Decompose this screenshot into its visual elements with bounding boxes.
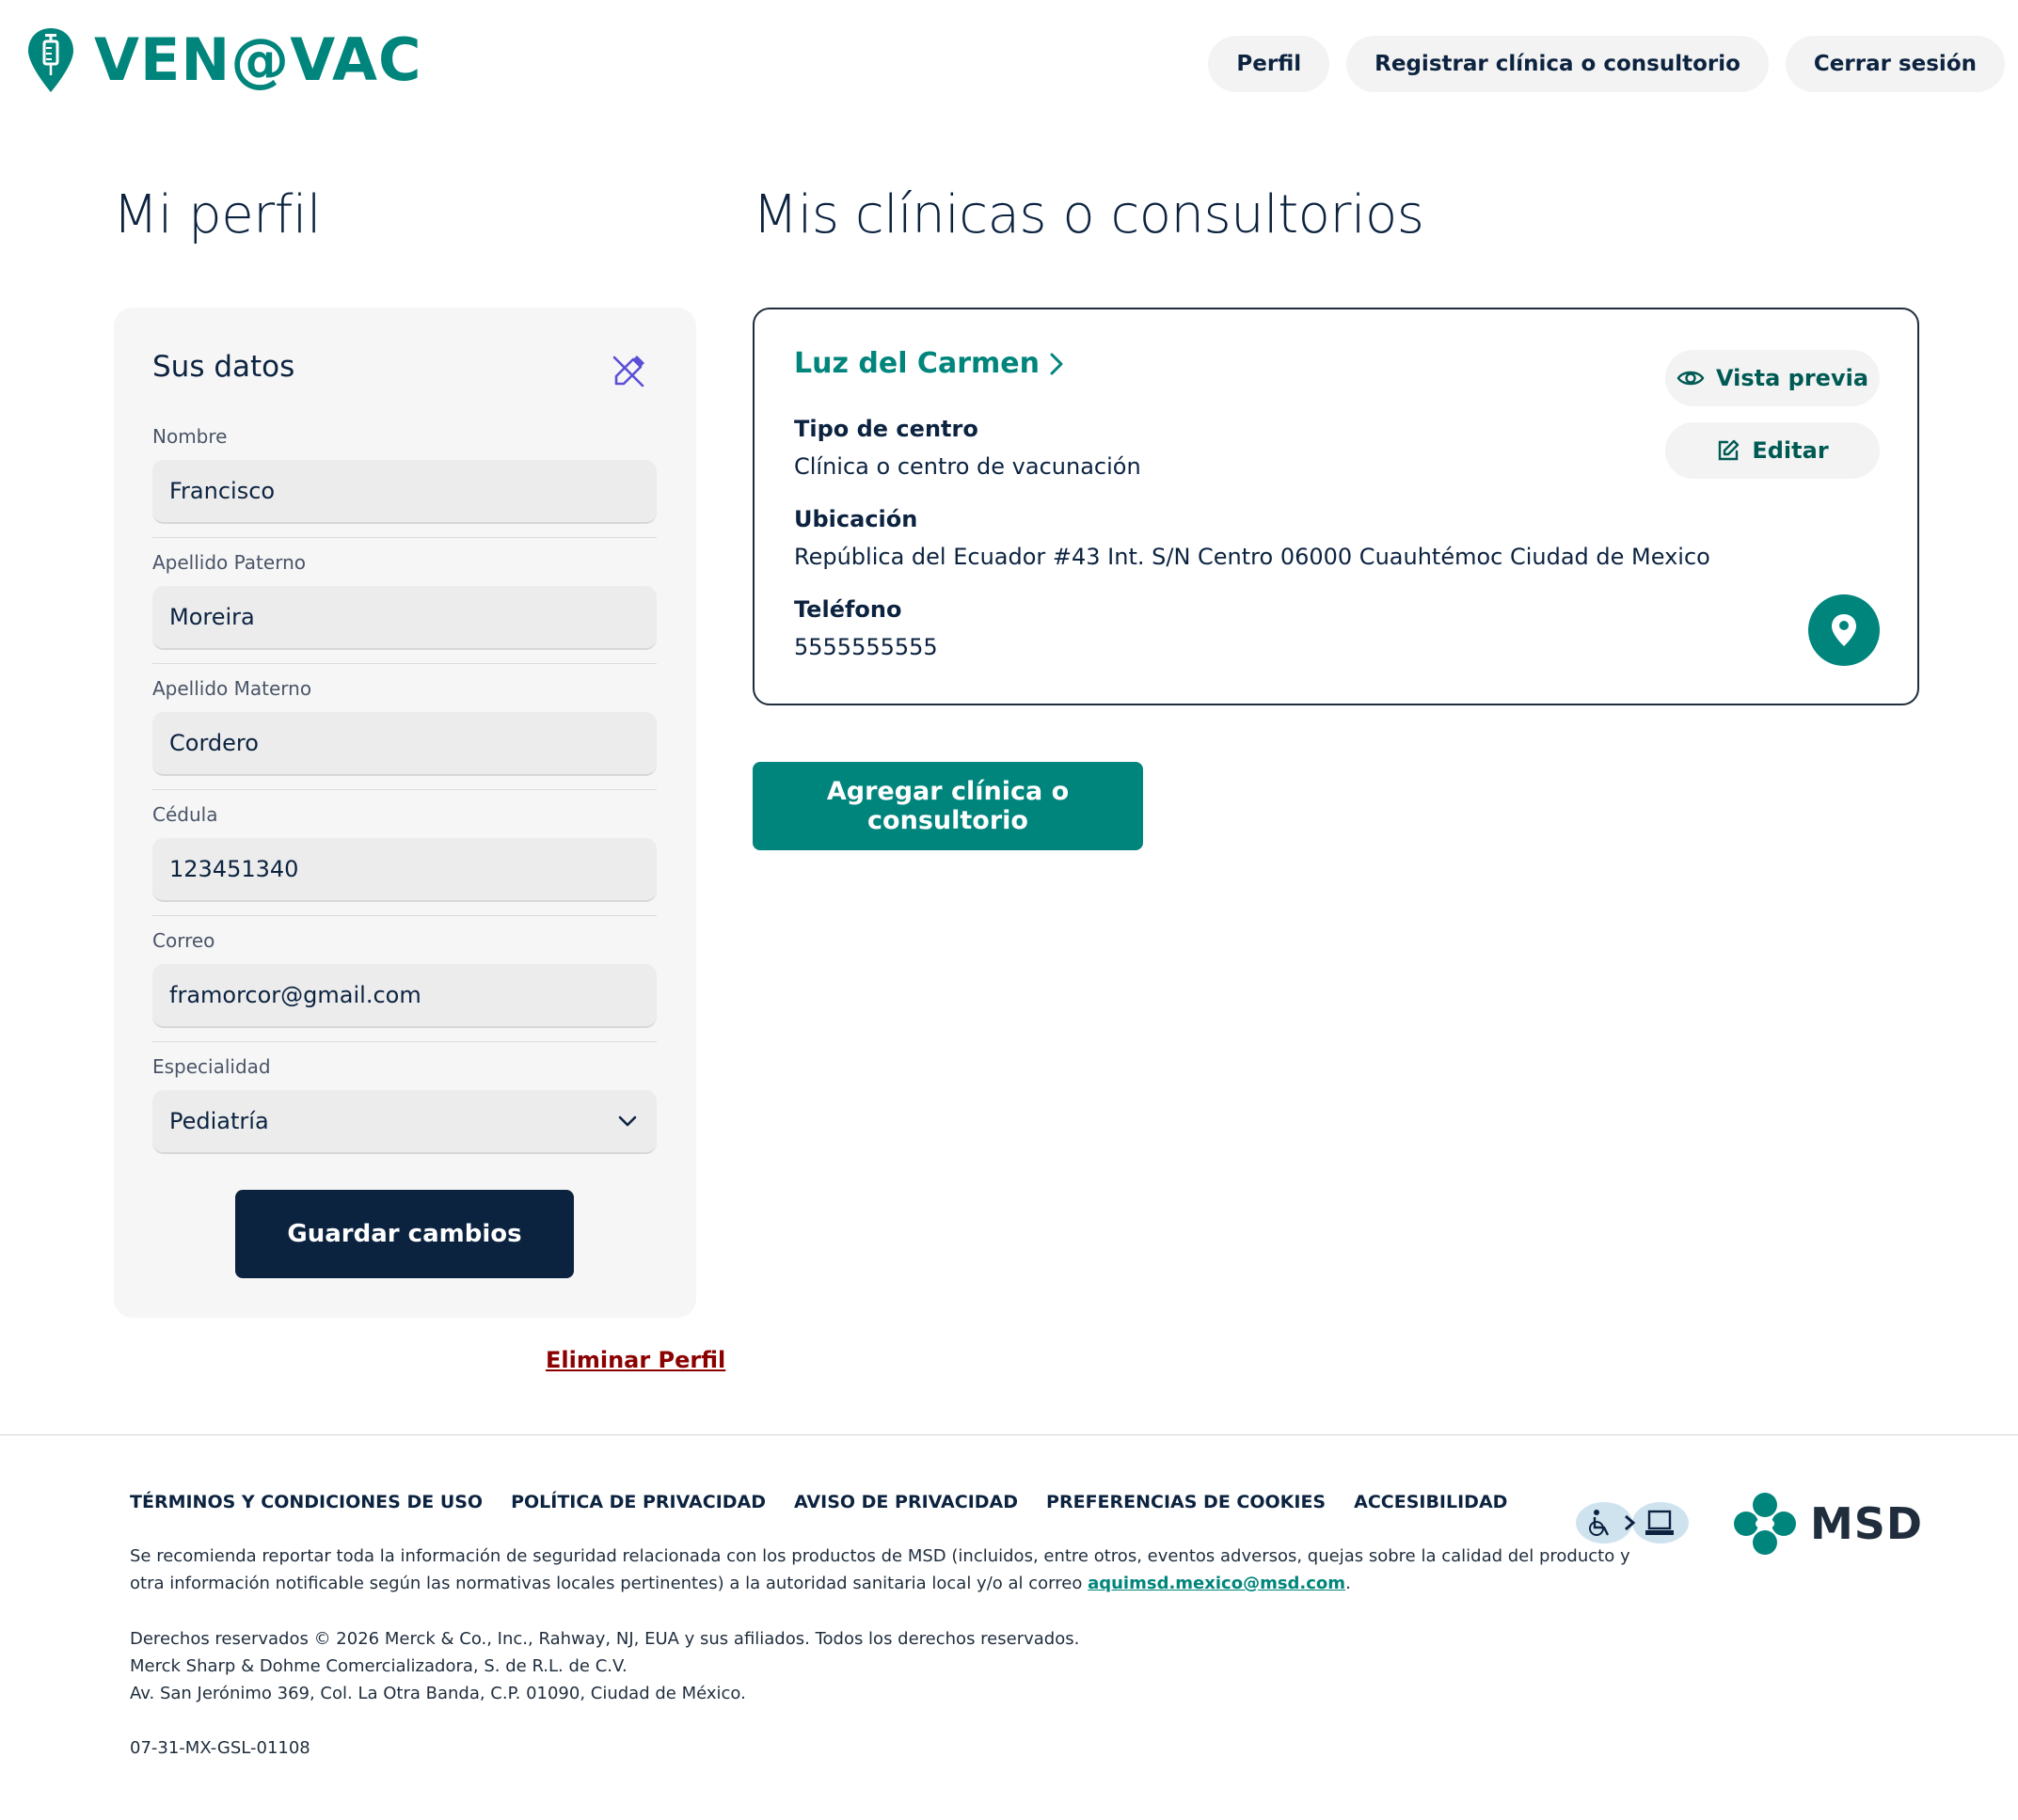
paternal-surname-field: Apellido Paterno Moreira — [152, 550, 657, 664]
name-field: Nombre Francisco — [152, 424, 657, 538]
footer-link-cookies[interactable]: PREFERENCIAS DE COOKIES — [1046, 1492, 1326, 1512]
save-button[interactable]: Guardar cambios — [235, 1190, 574, 1278]
add-clinic-button[interactable]: Agregar clínica o consultorio — [753, 762, 1143, 850]
preview-label: Vista previa — [1715, 365, 1869, 391]
edit-label: Editar — [1752, 437, 1829, 464]
edit-clinic-button[interactable]: Editar — [1665, 422, 1880, 479]
license-input[interactable]: 123451340 — [152, 838, 657, 902]
msd-logo-text: MSD — [1810, 1498, 1924, 1549]
safety-notice: Se recomienda reportar toda la informaci… — [130, 1543, 1630, 1597]
name-label: Nombre — [152, 425, 228, 448]
top-nav: Perfil Registrar clínica o consultorio C… — [1208, 36, 2005, 92]
nav-register-clinic-button[interactable]: Registrar clínica o consultorio — [1346, 36, 1769, 92]
specialty-select[interactable]: Pediatría — [152, 1090, 657, 1154]
accessibility-badge[interactable] — [1574, 1499, 1691, 1546]
vaccine-pin-icon — [28, 28, 73, 92]
divider — [152, 1041, 657, 1042]
email-field: Correo framorcor@gmail.com — [152, 928, 657, 1042]
footer-link-privacy-notice[interactable]: AVISO DE PRIVACIDAD — [794, 1492, 1018, 1512]
divider — [152, 915, 657, 916]
location-value: República del Ecuador #43 Int. S/N Centr… — [794, 544, 1710, 570]
safety-text-line-2-text: otra información notificable según las n… — [130, 1574, 1088, 1593]
clinic-name: Luz del Carmen — [794, 347, 1040, 380]
footer-link-terms[interactable]: TÉRMINOS Y CONDICIONES DE USO — [130, 1492, 483, 1512]
email-input[interactable]: framorcor@gmail.com — [152, 964, 657, 1028]
specialty-label: Especialidad — [152, 1055, 271, 1078]
edit-icon — [1719, 439, 1740, 461]
map-pin-icon — [1832, 614, 1856, 646]
specialty-value: Pediatría — [169, 1108, 269, 1134]
center-type-value: Clínica o centro de vacunación — [794, 453, 1141, 480]
msd-mark-icon — [1734, 1493, 1796, 1555]
safety-email-link[interactable]: aquimsd.mexico@msd.com — [1088, 1574, 1345, 1593]
location-label: Ubicación — [794, 506, 918, 532]
center-type-label: Tipo de centro — [794, 416, 978, 442]
msd-logo: MSD — [1733, 1492, 1923, 1556]
maternal-surname-field: Apellido Materno Cordero — [152, 676, 657, 790]
nav-logout-button[interactable]: Cerrar sesión — [1785, 36, 2005, 92]
specialty-field: Especialidad Pediatría — [152, 1054, 657, 1154]
copyright-line-1: Derechos reservados © 2026 Merck & Co., … — [130, 1629, 1080, 1649]
paternal-surname-input[interactable]: Moreira — [152, 586, 657, 650]
clinic-name-link[interactable]: Luz del Carmen — [794, 347, 1064, 380]
accessibility-badge-icon — [1576, 1502, 1689, 1543]
eye-icon — [1676, 371, 1705, 386]
footer-divider — [0, 1434, 2018, 1435]
paternal-surname-label: Apellido Paterno — [152, 551, 306, 574]
chevron-down-icon — [618, 1116, 637, 1127]
maternal-surname-label: Apellido Materno — [152, 677, 312, 700]
profile-card-title: Sus datos — [152, 350, 295, 384]
safety-text-line-2: otra información notificable según las n… — [130, 1570, 1630, 1597]
divider — [152, 537, 657, 538]
profile-page-title: Mi perfil — [113, 184, 322, 245]
profile-card: Sus datos Nombre Francisco Apellido Pate… — [114, 308, 696, 1318]
footer-link-accessibility[interactable]: ACCESIBILIDAD — [1354, 1492, 1507, 1512]
document-code: 07-31-MX-GSL-01108 — [130, 1738, 310, 1758]
logo-text: VEN@VAC — [94, 25, 422, 94]
footer-links: TÉRMINOS Y CONDICIONES DE USO POLÍTICA D… — [130, 1492, 1507, 1512]
nav-profile-button[interactable]: Perfil — [1208, 36, 1330, 92]
divider — [152, 789, 657, 790]
name-input[interactable]: Francisco — [152, 460, 657, 524]
edit-toggle-button[interactable] — [610, 353, 647, 390]
license-field: Cédula 123451340 — [152, 802, 657, 916]
footer-link-privacy-policy[interactable]: POLÍTICA DE PRIVACIDAD — [511, 1492, 766, 1512]
clinics-page-title: Mis clínicas o consultorios — [753, 184, 1424, 245]
pencil-off-icon — [612, 356, 644, 388]
copyright-line-3: Av. San Jerónimo 369, Col. La Otra Banda… — [130, 1684, 746, 1703]
email-label: Correo — [152, 929, 215, 952]
header: VEN@VAC Perfil Registrar clínica o consu… — [0, 0, 2018, 132]
safety-text-end: . — [1345, 1574, 1351, 1593]
safety-text-line-1: Se recomienda reportar toda la informaci… — [130, 1546, 1630, 1566]
copyright-line-2: Merck Sharp & Dohme Comercializadora, S.… — [130, 1656, 628, 1676]
phone-value: 5555555555 — [794, 634, 938, 660]
chevron-right-icon — [1050, 353, 1063, 374]
delete-profile-link[interactable]: Eliminar Perfil — [546, 1347, 725, 1373]
clinic-card: Luz del Carmen Tipo de centro Clínica o … — [753, 308, 1919, 705]
preview-button[interactable]: Vista previa — [1665, 350, 1880, 406]
copyright-block: Derechos reservados © 2026 Merck & Co., … — [130, 1625, 1079, 1707]
map-location-button[interactable] — [1808, 594, 1880, 666]
phone-label: Teléfono — [794, 596, 902, 623]
maternal-surname-input[interactable]: Cordero — [152, 712, 657, 776]
logo[interactable]: VEN@VAC — [26, 26, 421, 94]
license-label: Cédula — [152, 803, 218, 826]
divider — [152, 663, 657, 664]
